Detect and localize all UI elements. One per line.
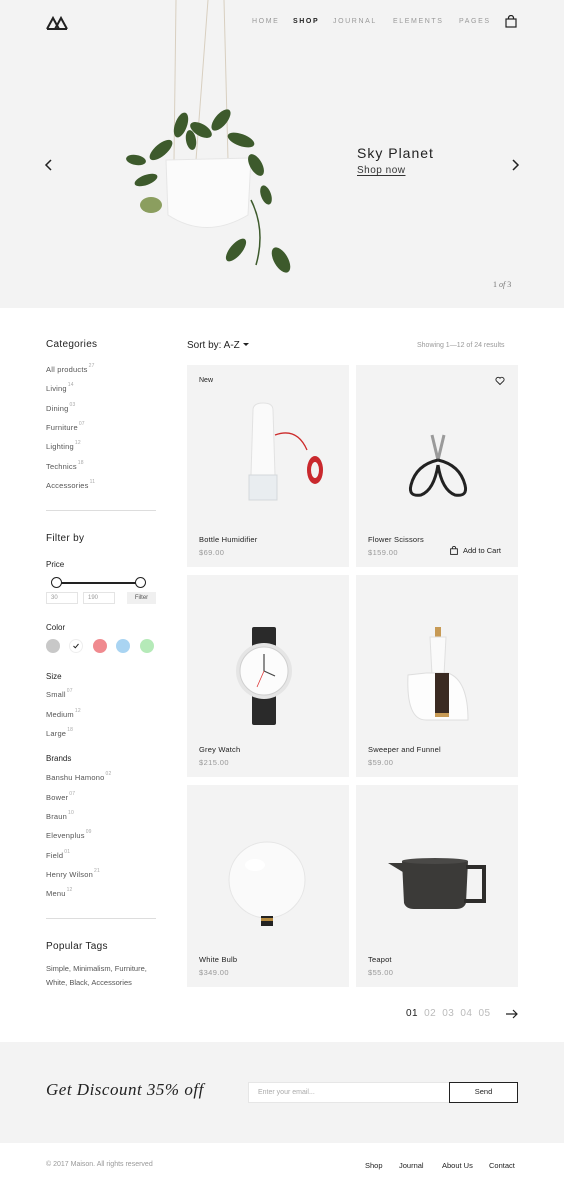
logo-icon[interactable]	[46, 14, 68, 30]
brand-banshu-hamono[interactable]: Banshu Hamono02	[46, 771, 111, 782]
page-02[interactable]: 02	[424, 1008, 436, 1019]
footer-link-about-us[interactable]: About Us	[442, 1161, 473, 1170]
footer-link-shop[interactable]: Shop	[365, 1161, 383, 1170]
brand-field[interactable]: Field01	[46, 849, 70, 860]
popular-tags-list[interactable]: Simple, Minimalism, Furniture, White, Bl…	[46, 962, 166, 990]
product-name[interactable]: Sweeper and Funnel	[368, 745, 441, 754]
product-name[interactable]: Teapot	[368, 955, 392, 964]
product-name[interactable]: Bottle Humidifier	[199, 535, 257, 544]
discount-section: Get Discount 35% off Enter your email...…	[0, 1042, 564, 1143]
brand-bower[interactable]: Bower07	[46, 791, 75, 802]
popular-tags-title: Popular Tags	[46, 941, 108, 952]
brand-henry-wilson[interactable]: Henry Wilson21	[46, 868, 100, 879]
hero-pager: 1 of 3	[493, 280, 512, 289]
price-min-input[interactable]: 30	[46, 592, 78, 604]
product-price: $69.00	[199, 548, 225, 557]
caret-down-icon	[242, 343, 249, 346]
category-furniture[interactable]: Furniture07	[46, 421, 85, 432]
email-input[interactable]: Enter your email...	[248, 1082, 450, 1103]
color-title: Color	[46, 623, 66, 632]
color-swatch-pink[interactable]	[93, 639, 107, 653]
color-swatch-blue[interactable]	[116, 639, 130, 653]
price-slider-track[interactable]	[56, 582, 142, 584]
category-all-products[interactable]: All products27	[46, 363, 95, 374]
filter-title: Filter by	[46, 533, 85, 544]
product-name[interactable]: Grey Watch	[199, 745, 240, 754]
product-price: $159.00	[368, 548, 398, 557]
category-lighting[interactable]: Lighting12	[46, 440, 81, 451]
category-technics[interactable]: Technics18	[46, 460, 84, 471]
size-small[interactable]: Small07	[46, 688, 73, 699]
cart-icon[interactable]	[505, 15, 517, 28]
heart-icon[interactable]	[495, 376, 505, 386]
category-accessories[interactable]: Accessories11	[46, 479, 95, 490]
sidebar-divider	[46, 918, 156, 919]
add-to-cart-button[interactable]: Add to Cart	[450, 546, 501, 555]
color-swatch-green[interactable]	[140, 639, 154, 653]
price-slider-min-handle[interactable]	[51, 577, 62, 588]
price-title: Price	[46, 560, 65, 569]
color-swatch-grey[interactable]	[46, 639, 60, 653]
color-swatch-white[interactable]	[69, 639, 83, 653]
product-name[interactable]: White Bulb	[199, 955, 237, 964]
nav-elements[interactable]: ELEMENTS	[393, 18, 444, 25]
product-price: $215.00	[199, 758, 229, 767]
filter-button[interactable]: Filter	[127, 592, 156, 604]
nav-pages[interactable]: PAGES	[459, 18, 491, 25]
pagination: 01 02 03 04 05	[406, 1008, 491, 1019]
brand-braun[interactable]: Braun10	[46, 810, 74, 821]
copyright: © 2017 Maison. All rights reserved	[46, 1161, 153, 1168]
page-04[interactable]: 04	[460, 1008, 472, 1019]
product-card-white-bulb[interactable]: White Bulb $349.00	[187, 785, 349, 987]
hero-plant-image	[126, 0, 291, 273]
sort-dropdown[interactable]: Sort by: A-Z	[187, 340, 249, 351]
categories-title: Categories	[46, 339, 98, 350]
product-price: $349.00	[199, 968, 229, 977]
product-card-teapot[interactable]: Teapot $55.00	[356, 785, 518, 987]
discount-title: Get Discount 35% off	[46, 1080, 204, 1099]
chevron-right-icon[interactable]	[510, 158, 520, 172]
nav-journal[interactable]: JOURNAL	[333, 18, 377, 25]
new-badge: New	[199, 377, 214, 384]
check-icon	[73, 643, 79, 649]
brand-elevenplus[interactable]: Elevenplus09	[46, 829, 92, 840]
product-name[interactable]: Flower Scissors	[368, 535, 424, 544]
footer-link-contact[interactable]: Contact	[489, 1161, 515, 1170]
product-price: $59.00	[368, 758, 394, 767]
product-card-bottle-humidifier[interactable]: New Bottle Humidifier $69.00	[187, 365, 349, 567]
sidebar-divider	[46, 510, 156, 511]
results-count: Showing 1—12 of 24 results	[417, 342, 505, 349]
footer-link-journal[interactable]: Journal	[399, 1161, 424, 1170]
chevron-left-icon[interactable]	[44, 158, 54, 172]
hero-slider: HOME SHOP JOURNAL ELEMENTS PAGES Sky Pla…	[0, 0, 564, 308]
product-card-sweeper-and-funnel[interactable]: Sweeper and Funnel $59.00	[356, 575, 518, 777]
brand-menu[interactable]: Menu12	[46, 887, 73, 898]
price-max-input[interactable]: 190	[83, 592, 115, 604]
size-medium[interactable]: Medium12	[46, 708, 81, 719]
arrow-right-icon[interactable]	[506, 1009, 518, 1019]
price-slider-max-handle[interactable]	[135, 577, 146, 588]
brands-title: Brands	[46, 754, 72, 763]
product-card-flower-scissors[interactable]: Flower Scissors $159.00 Add to Cart	[356, 365, 518, 567]
send-button[interactable]: Send	[449, 1082, 518, 1103]
category-living[interactable]: Living14	[46, 382, 74, 393]
page-05[interactable]: 05	[479, 1008, 491, 1019]
page-01[interactable]: 01	[406, 1008, 418, 1019]
product-card-grey-watch[interactable]: Grey Watch $215.00	[187, 575, 349, 777]
bag-icon	[450, 546, 458, 555]
size-title: Size	[46, 672, 62, 681]
page-03[interactable]: 03	[442, 1008, 454, 1019]
product-price: $55.00	[368, 968, 394, 977]
category-dining[interactable]: Dining03	[46, 402, 75, 413]
hero-title: Sky Planet	[357, 145, 434, 161]
shop-now-link[interactable]: Shop now	[357, 165, 405, 176]
size-large[interactable]: Large18	[46, 727, 73, 738]
